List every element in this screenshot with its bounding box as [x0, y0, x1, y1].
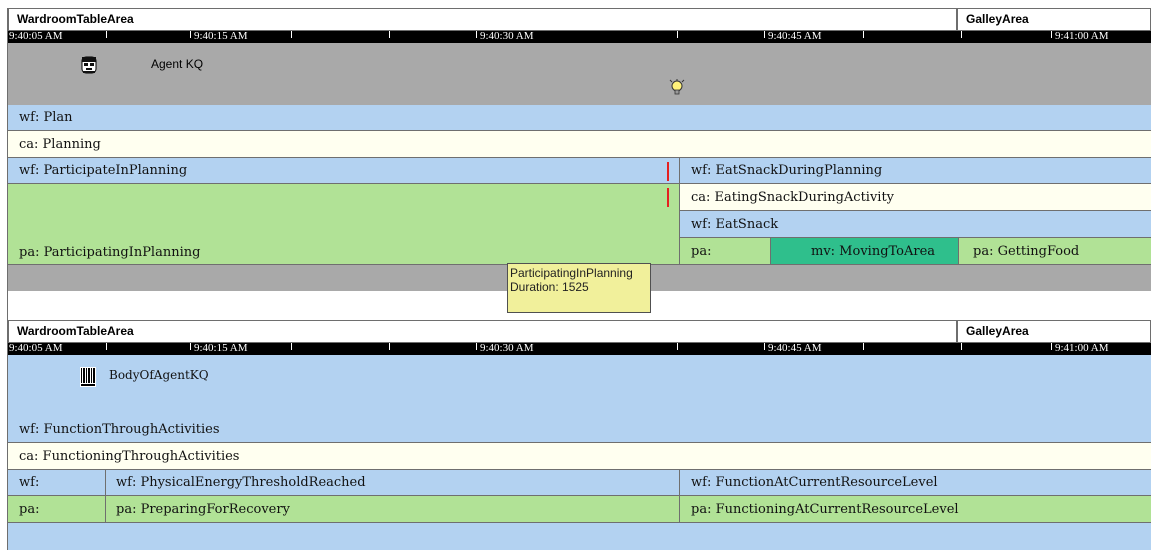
time-tick — [863, 31, 864, 38]
workframe-physical-energy-threshold[interactable]: wf: PhysicalEnergyThresholdReached — [105, 470, 679, 496]
activity-label: pa: ParticipatingInPlanning — [19, 245, 201, 260]
time-tick — [961, 31, 962, 38]
time-label: 9:40:15 AM — [194, 343, 248, 354]
composite-activity-planning[interactable]: ca: Planning — [8, 131, 1151, 158]
time-tick — [106, 343, 107, 350]
time-tick — [190, 31, 191, 38]
activity-label: pa: FunctioningAtCurrentResourceLevel — [691, 501, 959, 517]
activity-label: wf: — [19, 475, 40, 490]
event-marker — [667, 188, 669, 207]
agent-name: Agent KQ — [151, 57, 204, 71]
activity-label: mv: MovingToArea — [811, 243, 936, 259]
activity-label: wf: FunctionAtCurrentResourceLevel — [691, 475, 938, 490]
activity-label: pa: — [19, 501, 40, 517]
time-tick — [1051, 31, 1052, 38]
primitive-activity-participating-in-planning[interactable]: pa: ParticipatingInPlanning — [8, 184, 679, 265]
time-tick — [389, 31, 390, 38]
activity-label: pa: PreparingForRecovery — [116, 501, 290, 517]
time-tick — [291, 343, 292, 350]
move-activity-moving-to-area[interactable]: mv: MovingToArea — [770, 238, 958, 265]
time-label: 9:40:45 AM — [768, 31, 822, 42]
workframe-eat-snack[interactable]: wf: EatSnack — [679, 211, 1151, 238]
person-face-icon[interactable] — [80, 56, 98, 74]
event-marker — [667, 162, 669, 181]
tooltip-duration: Duration: 1525 — [510, 280, 589, 294]
time-tick — [106, 31, 107, 38]
workframe-function-through-activities[interactable]: wf: FunctionThroughActivities — [8, 417, 1151, 443]
barcode-icon[interactable] — [80, 367, 96, 387]
tooltip-activity-name: ParticipatingInPlanning — [510, 266, 633, 280]
activity-tooltip: ParticipatingInPlanning Duration: 1525 — [507, 263, 651, 313]
activity-label: ca: Planning — [19, 136, 101, 152]
activity-label: pa: — [691, 243, 712, 259]
activity-label: wf: ParticipateInPlanning — [19, 163, 188, 178]
time-label: 9:40:05 AM — [9, 343, 63, 354]
time-tick — [863, 343, 864, 350]
workframe-function-at-current-resource-level[interactable]: wf: FunctionAtCurrentResourceLevel — [679, 470, 1151, 496]
composite-activity-eating-snack[interactable]: ca: EatingSnackDuringActivity — [679, 184, 1151, 211]
activity-label: wf: PhysicalEnergyThresholdReached — [116, 475, 366, 490]
body-track: BodyOfAgentKQ — [8, 355, 1151, 417]
location-wardroom-table-area[interactable]: WardroomTableArea — [8, 8, 957, 31]
activity-label: ca: FunctioningThroughActivities — [19, 448, 240, 464]
primitive-activity-getting-food[interactable]: pa: GettingFood — [958, 238, 1151, 265]
activity-label: wf: Plan — [19, 110, 73, 125]
time-tick — [476, 343, 477, 350]
time-axis: 9:40:05 AM 9:40:15 AM 9:40:30 AM 9:40:45… — [8, 343, 1151, 355]
primitive-activity-functioning-at-current-resource-level[interactable]: pa: FunctioningAtCurrentResourceLevel — [679, 496, 1151, 523]
workframe-empty[interactable]: wf: — [8, 470, 105, 496]
workframe-plan[interactable]: wf: Plan — [8, 105, 1151, 131]
time-tick — [476, 31, 477, 38]
time-tick — [1051, 343, 1052, 350]
body-footer-band — [8, 523, 1151, 550]
primitive-activity-empty[interactable]: pa: — [8, 496, 105, 523]
activity-label: pa: GettingFood — [973, 243, 1080, 259]
time-tick — [291, 31, 292, 38]
time-label: 9:40:05 AM — [9, 31, 63, 42]
body-name: BodyOfAgentKQ — [109, 368, 209, 382]
time-tick — [764, 31, 765, 38]
workframe-eat-snack-during-planning[interactable]: wf: EatSnackDuringPlanning — [679, 158, 1151, 184]
activity-label: wf: FunctionThroughActivities — [19, 422, 220, 437]
time-label: 9:41:00 AM — [1055, 31, 1109, 42]
location-wardroom-table-area[interactable]: WardroomTableArea — [8, 320, 957, 343]
activity-label: wf: EatSnack — [691, 216, 779, 232]
time-tick — [389, 343, 390, 350]
time-label: 9:40:15 AM — [194, 31, 248, 42]
time-tick — [961, 343, 962, 350]
workframe-participate-in-planning[interactable]: wf: ParticipateInPlanning — [8, 158, 679, 184]
left-border — [7, 8, 8, 550]
time-label: 9:40:30 AM — [480, 343, 534, 354]
location-galley-area[interactable]: GalleyArea — [957, 320, 1151, 343]
time-label: 9:40:30 AM — [480, 31, 534, 42]
location-galley-area[interactable]: GalleyArea — [957, 8, 1151, 31]
time-label: 9:41:00 AM — [1055, 343, 1109, 354]
composite-activity-functioning[interactable]: ca: FunctioningThroughActivities — [8, 443, 1151, 470]
time-label: 9:40:45 AM — [768, 343, 822, 354]
primitive-activity-preparing-for-recovery[interactable]: pa: PreparingForRecovery — [105, 496, 679, 523]
time-tick — [677, 343, 678, 350]
agent-track: Agent KQ — [8, 43, 1151, 105]
time-axis: 9:40:05 AM 9:40:15 AM 9:40:30 AM 9:40:45… — [8, 31, 1151, 43]
primitive-activity-empty[interactable]: pa: — [679, 238, 770, 265]
time-tick — [677, 31, 678, 38]
activity-label: ca: EatingSnackDuringActivity — [691, 189, 895, 205]
activity-label: wf: EatSnackDuringPlanning — [691, 163, 883, 178]
time-tick — [764, 343, 765, 350]
lightbulb-icon[interactable] — [669, 79, 685, 97]
time-tick — [190, 343, 191, 350]
